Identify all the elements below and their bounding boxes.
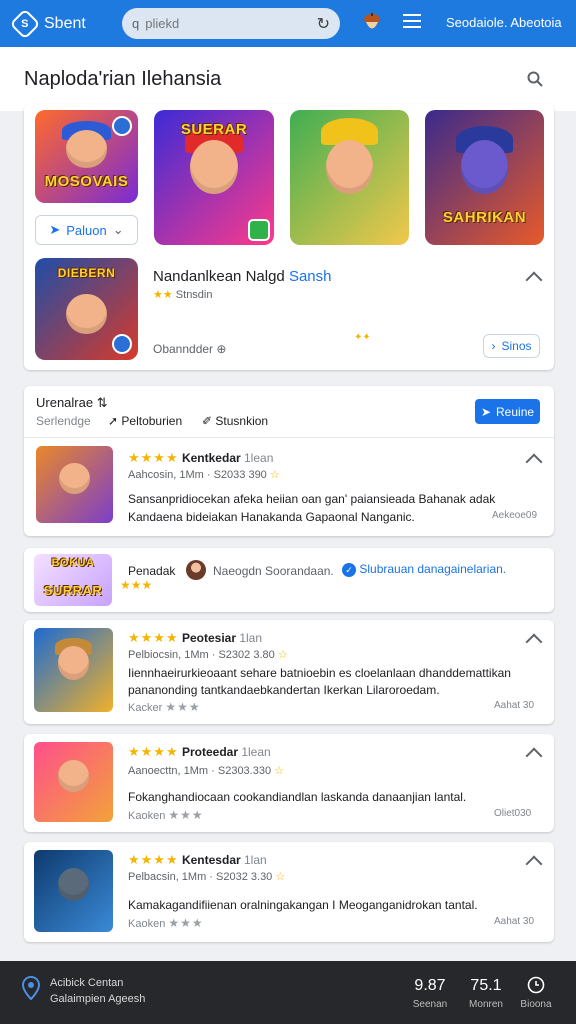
spotlight-footer: Obanndder ⊕ xyxy=(153,342,227,356)
collapse-icon[interactable] xyxy=(525,747,543,765)
review-meta: Aanoecttn, 1Mm · S2303.330 ☆ xyxy=(128,765,285,777)
footer-stat-label[interactable]: Seenan xyxy=(408,999,452,1010)
game-thumbnail[interactable]: SAHRIKAN xyxy=(425,110,544,245)
page-header: Naploda'rian Ilehansia xyxy=(0,47,576,111)
top-bar: S Sbent q ↻ Seodaiole. Abeotoia xyxy=(0,0,576,47)
review-header: ★★★★ Kentesdar 1lan xyxy=(128,852,267,867)
footer-stat-label[interactable]: Monren xyxy=(464,999,508,1010)
promo-text: Naeogdn Soorandaan. xyxy=(213,564,334,578)
brand-name[interactable]: Sbent xyxy=(44,15,124,33)
verified-icon: ✓ xyxy=(342,563,356,577)
review-header: ★★★★ Peotesiar 1lan xyxy=(128,630,263,645)
footer-subtitle: Galaimpien Ageesh xyxy=(50,993,146,1005)
review-body-line: Fokanghandiocaan cookandiandlan laskanda… xyxy=(128,790,467,804)
spotlight-meta: ★★ Stnsdin xyxy=(153,289,213,301)
review-body-line: Iiennhaeirurkieoaant sehare batnioebin e… xyxy=(128,666,511,680)
clock-icon[interactable] xyxy=(527,976,545,994)
spotlight-title: Nandanlkean Nalgd Sansh xyxy=(153,268,332,285)
game-thumbnail[interactable]: MOSOVAIS xyxy=(35,110,138,203)
review-body-line: Kandaena bideiakan Hanakanda Gapaonal Na… xyxy=(128,510,415,524)
collapse-icon[interactable] xyxy=(525,633,543,651)
promo-rating: ★★★ xyxy=(120,578,153,592)
review-thumbnail[interactable] xyxy=(36,446,113,523)
sort-icon: ⇅ xyxy=(96,395,108,410)
leaf-icon: ➚ xyxy=(108,414,119,428)
review-thumbnail[interactable] xyxy=(34,628,113,712)
top-nav-link[interactable]: Seodaiole. Abeotoia xyxy=(446,15,562,30)
review-card: ★★★★ Proteedar 1lean Aanoecttn, 1Mm · S2… xyxy=(24,734,554,832)
promo-link[interactable]: ✓ Slubrauan danagainelarian. xyxy=(342,562,506,577)
review-body-line: Sansanpridiocekan afeka heiian oan gan' … xyxy=(128,492,496,506)
reviewer-name: Kacker ★★★ xyxy=(128,700,201,714)
search-bar[interactable]: q ↻ xyxy=(122,8,340,39)
review-meta: Pelbiocsin, 1Mm · S2302 3.80 ☆ xyxy=(128,649,288,661)
reviews-title: Urenalrae ⇅ xyxy=(36,395,108,410)
review-header: ★★★★ Kentkedar 1lean xyxy=(128,450,274,465)
search-input[interactable] xyxy=(145,16,296,31)
search-icon[interactable] xyxy=(527,71,543,87)
reviewer-name: Kaoken ★★★ xyxy=(128,808,204,822)
review-meta: Pelbacsin, 1Mm · S2032 3.30 ☆ xyxy=(128,871,286,883)
avatar[interactable] xyxy=(186,560,206,580)
promo-thumbnail[interactable]: BOKUA SURRAR xyxy=(34,554,112,606)
game-thumbnail[interactable] xyxy=(290,110,409,245)
badge-icon xyxy=(112,334,132,354)
filter-tab[interactable]: ✐ Stusnkion xyxy=(202,414,268,428)
review-action-button[interactable]: ➤ Reuine xyxy=(475,399,540,424)
footer-title: Acibick Centan xyxy=(50,977,124,989)
game-thumbnail[interactable]: SUERAR xyxy=(154,110,274,245)
footer-bar: Acibick Centan Galaimpien Ageesh 9.87 Se… xyxy=(0,961,576,1024)
spotlight-thumbnail[interactable]: DIEBERN xyxy=(35,258,138,360)
review-thumbnail[interactable] xyxy=(34,742,113,822)
logo-icon[interactable]: S xyxy=(9,7,41,40)
footer-stat-label[interactable]: Bioona xyxy=(514,999,558,1010)
expand-icon: ⊕ xyxy=(216,342,227,356)
review-body-line: Kamakagandifiienan oralningakangan I Meo… xyxy=(128,898,478,912)
footer-stat-value: 75.1 xyxy=(470,977,502,994)
page-title: Naploda'rian Ilehansia xyxy=(24,68,222,90)
promo-card: BOKUA SURRAR ★★★ Penadak Naeogdn Soorand… xyxy=(24,548,554,612)
pin-icon: ➤ xyxy=(49,222,61,237)
reviews-card: Urenalrae ⇅ Serlendge ➚ Peltoburien ✐ St… xyxy=(24,386,554,536)
reload-icon[interactable]: ↻ xyxy=(317,14,330,34)
footer-stat-value: 9.87 xyxy=(414,977,446,994)
dropdown-label: Paluon xyxy=(66,222,107,238)
badge-icon xyxy=(112,116,132,136)
sparkle-icon: ✦✦ xyxy=(354,332,371,343)
badge-icon xyxy=(248,219,270,241)
collapse-icon[interactable] xyxy=(525,453,543,471)
acorn-icon[interactable] xyxy=(363,13,381,33)
spotlight-action-button[interactable]: › Sinos xyxy=(483,334,540,358)
collapse-icon[interactable] xyxy=(525,855,543,873)
review-card: ★★★★ Peotesiar 1lan Pelbiocsin, 1Mm · S2… xyxy=(24,620,554,724)
location-pin-icon[interactable] xyxy=(22,976,40,1000)
filter-tab[interactable]: Serlendge xyxy=(36,414,91,428)
review-card: ★★★★ Kentesdar 1lan Pelbacsin, 1Mm · S20… xyxy=(24,842,554,942)
reviewer-name: Kaoken ★★★ xyxy=(128,916,204,930)
review-date: Aahat 30 xyxy=(494,700,535,711)
review-body-line: pananonding tantkandaebkandertan Ikerkan… xyxy=(128,683,440,697)
featured-card: MOSOVAIS ➤ Paluon ⌄ SUERAR SAHRIKAN DIEB… xyxy=(24,104,554,370)
review-date: Aekeoe09 xyxy=(492,510,538,521)
filter-tab[interactable]: ➚ Peltoburien xyxy=(108,414,182,428)
menu-icon[interactable] xyxy=(403,14,421,30)
review-thumbnail[interactable] xyxy=(34,850,113,932)
chevron-down-icon: ⌄ xyxy=(112,222,124,237)
review-header: ★★★★ Proteedar 1lean xyxy=(128,744,271,759)
review-date: Oliet030 xyxy=(494,808,532,819)
promo-label: Penadak xyxy=(128,564,176,578)
platform-dropdown[interactable]: ➤ Paluon ⌄ xyxy=(35,215,138,245)
pen-icon: ✐ xyxy=(202,414,213,428)
collapse-icon[interactable] xyxy=(525,271,543,289)
review-meta: Aahcosin, 1Mm · S2033 390 ☆ xyxy=(128,469,280,481)
search-icon: q xyxy=(132,16,140,31)
review-date: Aahat 30 xyxy=(494,916,535,927)
